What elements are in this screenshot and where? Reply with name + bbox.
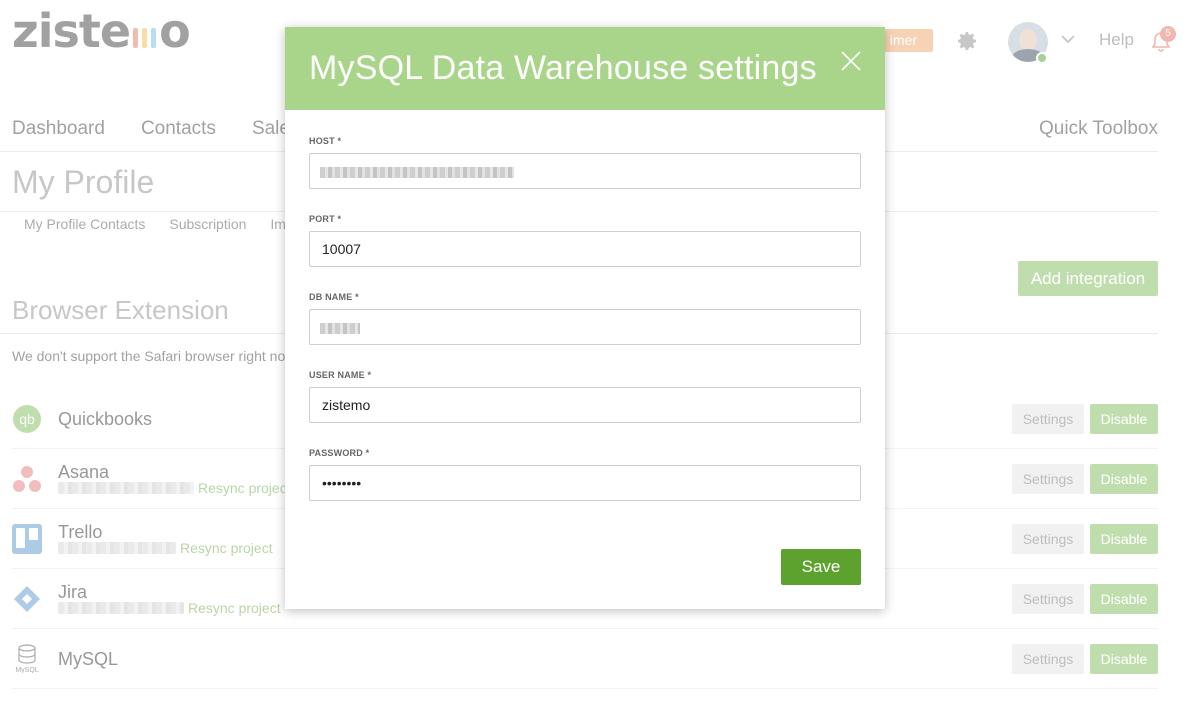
host-label: HOST * [309,136,342,146]
db-name-field: DB NAME * [309,292,861,345]
port-field: PORT * [309,214,861,267]
redacted-host-value [320,167,514,178]
port-label: PORT * [309,214,342,224]
user-name-label: USER NAME * [309,370,372,380]
mysql-settings-modal: MySQL Data Warehouse settings HOST * POR… [285,27,885,609]
db-name-label: DB NAME * [309,292,359,302]
save-button[interactable]: Save [781,549,861,585]
db-name-input[interactable] [309,309,861,345]
password-field: PASSWORD * [309,448,861,501]
user-name-field: USER NAME * [309,370,861,423]
close-icon[interactable] [839,49,863,73]
modal-header: MySQL Data Warehouse settings [285,27,885,110]
modal-title: MySQL Data Warehouse settings [309,49,817,87]
redacted-db-name-value [320,323,360,334]
user-name-input[interactable] [309,387,861,423]
host-field: HOST * [309,136,861,189]
port-input[interactable] [309,231,861,267]
password-input[interactable] [309,465,861,501]
password-label: PASSWORD * [309,448,370,458]
